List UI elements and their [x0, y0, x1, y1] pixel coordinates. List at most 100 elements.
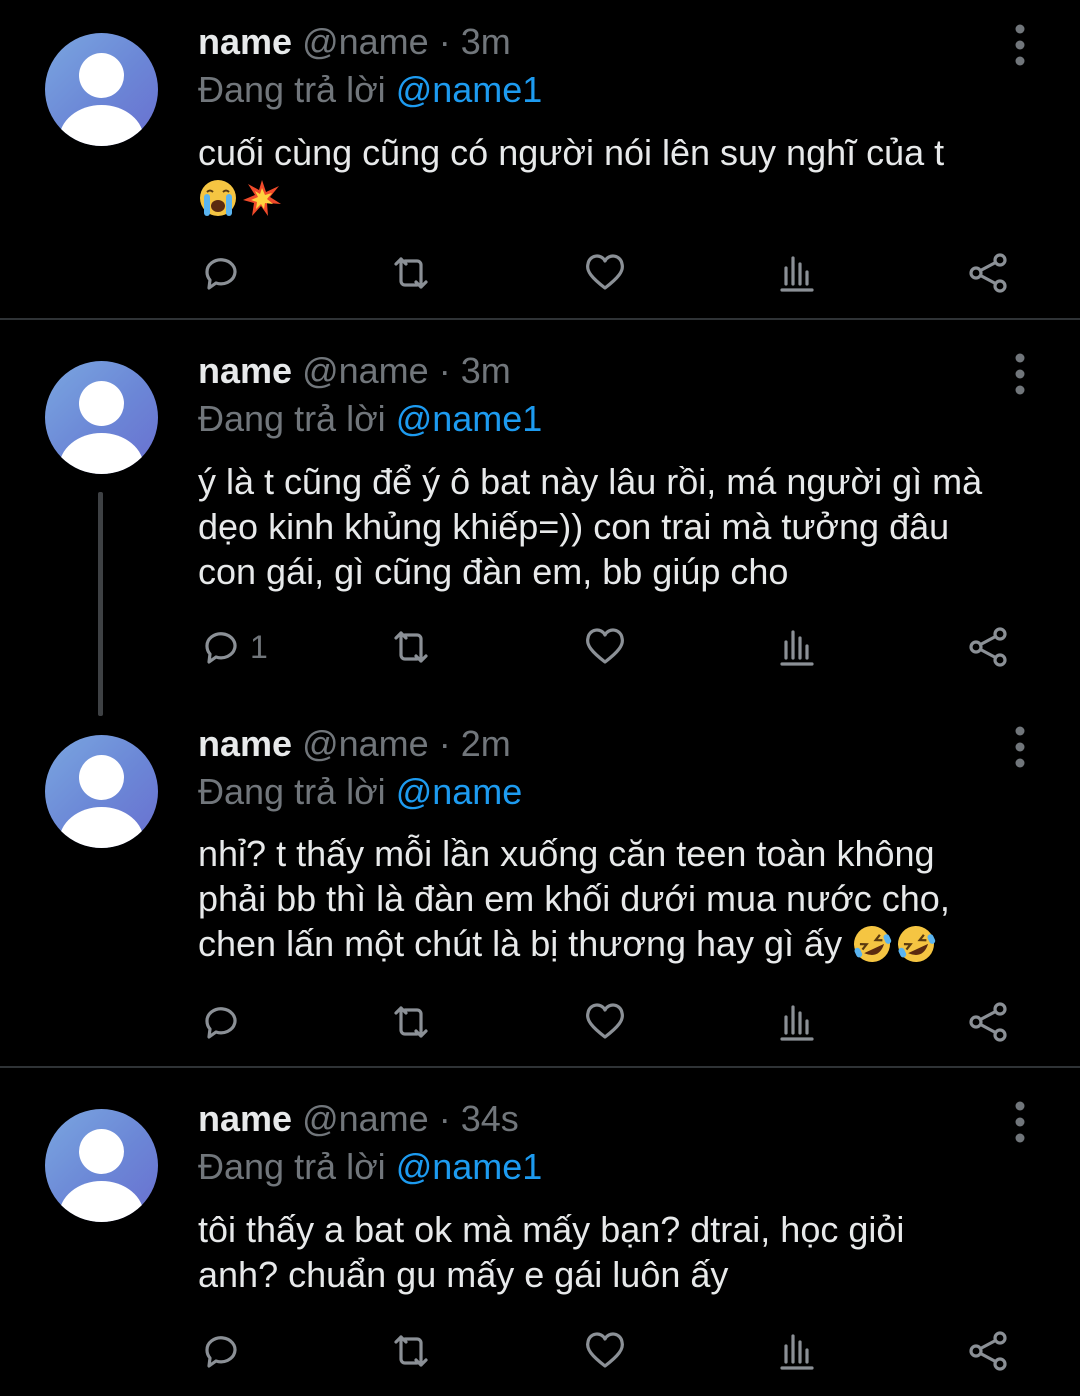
- analytics-icon: [780, 1005, 814, 1041]
- timestamp[interactable]: 34s: [461, 1098, 519, 1139]
- thread-connector-line: [98, 492, 103, 716]
- user-handle[interactable]: @name: [302, 1098, 429, 1139]
- tweet-header: name @name · 3m: [198, 349, 511, 393]
- timestamp[interactable]: 2m: [461, 723, 511, 764]
- heart-icon: [586, 1332, 624, 1368]
- share-button[interactable]: [966, 248, 1012, 298]
- reply-icon: [205, 1336, 237, 1368]
- retweet-button[interactable]: [388, 1326, 434, 1376]
- display-name[interactable]: name: [198, 1098, 292, 1139]
- display-name[interactable]: name: [198, 21, 292, 62]
- tweet-actions: [198, 248, 1028, 298]
- separator-dot: ·: [438, 1098, 451, 1139]
- timestamp[interactable]: 3m: [461, 21, 511, 62]
- loudly-crying-face-emoji: [200, 180, 236, 216]
- share-button[interactable]: [966, 1326, 1012, 1376]
- retweet-button[interactable]: [388, 622, 434, 672]
- more-options-icon[interactable]: [1002, 351, 1038, 397]
- tweet-text-line: dẹo kinh khủng khiếp=)) con trai mà tưởn…: [198, 506, 950, 547]
- view-count-button[interactable]: [774, 248, 820, 298]
- tweet-actions: [198, 997, 1028, 1047]
- tweet-header: name @name · 3m: [198, 20, 511, 64]
- retweet-button[interactable]: [388, 248, 434, 298]
- tweet[interactable]: name @name · 3m Đang trả lời @name1 cuối…: [0, 0, 1080, 318]
- tweet-text: cuối cùng cũng có người nói lên suy nghĩ…: [198, 130, 1058, 220]
- view-count-button[interactable]: [774, 1326, 820, 1376]
- mention-link[interactable]: @name: [396, 771, 523, 812]
- more-options-icon[interactable]: [1002, 724, 1038, 770]
- tweet-text-line: ý là t cũng để ý ô bat này lâu rồi, má n…: [198, 461, 983, 502]
- display-name[interactable]: name: [198, 723, 292, 764]
- rolling-on-floor-laughing-emoji: [898, 926, 936, 962]
- tweet-text-line: anh? chuẩn gu mấy e gái luôn ấy: [198, 1254, 729, 1295]
- retweet-icon: [394, 257, 428, 289]
- reply-button[interactable]: [198, 1326, 250, 1376]
- timestamp[interactable]: 3m: [461, 350, 511, 391]
- share-icon: [969, 1331, 1007, 1371]
- replying-to-label: Đang trả lời: [198, 398, 386, 439]
- tweet[interactable]: name @name · 34s Đang trả lời @name1 tôi…: [0, 1070, 1080, 1396]
- share-icon: [969, 627, 1007, 667]
- display-name[interactable]: name: [198, 350, 292, 391]
- avatar[interactable]: [45, 361, 158, 474]
- avatar[interactable]: [45, 33, 158, 146]
- mention-link[interactable]: @name1: [396, 69, 543, 110]
- reply-icon: [205, 258, 237, 290]
- heart-icon: [586, 1003, 624, 1039]
- user-handle[interactable]: @name: [302, 350, 429, 391]
- view-count-button[interactable]: [774, 622, 820, 672]
- replying-to: Đang trả lời @name1: [198, 1145, 542, 1189]
- retweet-icon: [394, 1006, 428, 1038]
- avatar[interactable]: [45, 1109, 158, 1222]
- share-icon: [969, 1002, 1007, 1042]
- separator-dot: ·: [438, 21, 451, 62]
- share-button[interactable]: [966, 622, 1012, 672]
- tweet-actions: 1: [198, 622, 1028, 672]
- tweet-header: name @name · 2m: [198, 722, 511, 766]
- tweet-text-line: cuối cùng cũng có người nói lên suy nghĩ…: [198, 132, 945, 173]
- separator-dot: ·: [438, 350, 451, 391]
- retweet-button[interactable]: [388, 997, 434, 1047]
- mention-link[interactable]: @name1: [396, 1146, 543, 1187]
- analytics-icon: [780, 1334, 814, 1370]
- tweet-text: tôi thấy a bat ok mà mấy bạn? dtrai, học…: [198, 1207, 1058, 1297]
- collision-emoji: [243, 180, 281, 216]
- rolling-on-floor-laughing-emoji: [854, 926, 892, 962]
- analytics-icon: [780, 630, 814, 666]
- reply-icon: [205, 632, 237, 664]
- like-button[interactable]: [582, 997, 628, 1047]
- tweet[interactable]: name @name · 2m Đang trả lời @name nhỉ? …: [0, 712, 1080, 1066]
- replying-to-label: Đang trả lời: [198, 69, 386, 110]
- user-handle[interactable]: @name: [302, 21, 429, 62]
- replying-to-label: Đang trả lời: [198, 771, 386, 812]
- avatar[interactable]: [45, 735, 158, 848]
- tweet-text-line-with-emoji: chen lấn một chút là bị thương hay gì ấy: [198, 921, 1058, 966]
- analytics-icon: [780, 256, 814, 292]
- reply-icon: [205, 1007, 237, 1039]
- emoji-line: [198, 175, 1058, 220]
- tweet-text-line: nhỉ? t thấy mỗi lần xuống căn teen toàn …: [198, 833, 935, 874]
- share-button[interactable]: [966, 997, 1012, 1047]
- replying-to: Đang trả lời @name: [198, 770, 522, 814]
- mention-link[interactable]: @name1: [396, 398, 543, 439]
- like-button[interactable]: [582, 622, 628, 672]
- tweet-header: name @name · 34s: [198, 1097, 519, 1141]
- like-button[interactable]: [582, 1326, 628, 1376]
- replying-to-label: Đang trả lời: [198, 1146, 386, 1187]
- user-handle[interactable]: @name: [302, 723, 429, 764]
- reply-button[interactable]: [198, 248, 250, 298]
- reply-button[interactable]: [198, 997, 250, 1047]
- more-options-icon[interactable]: [1002, 22, 1038, 68]
- tweet-text-fragment: chen lấn một chút là bị thương hay gì ấy: [198, 923, 843, 964]
- tweet-actions: [198, 1326, 1028, 1376]
- view-count-button[interactable]: [774, 997, 820, 1047]
- like-button[interactable]: [582, 248, 628, 298]
- reply-button[interactable]: 1: [198, 622, 268, 672]
- replying-to: Đang trả lời @name1: [198, 397, 542, 441]
- tweet-text: nhỉ? t thấy mỗi lần xuống căn teen toàn …: [198, 831, 1058, 966]
- more-options-icon[interactable]: [1002, 1099, 1038, 1145]
- tweet[interactable]: name @name · 3m Đang trả lời @name1 ý là…: [0, 322, 1080, 716]
- tweet-text-line: tôi thấy a bat ok mà mấy bạn? dtrai, học…: [198, 1209, 905, 1250]
- reply-count: 1: [250, 628, 268, 665]
- tweet-text-line: con gái, gì cũng đàn em, bb giúp cho: [198, 551, 789, 592]
